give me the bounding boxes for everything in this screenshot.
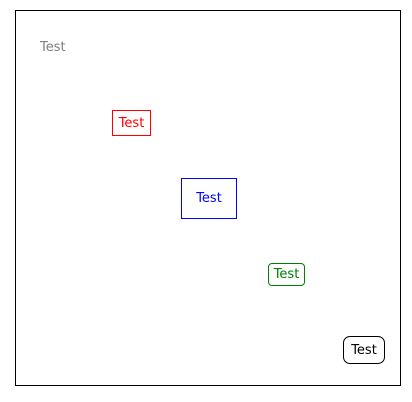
blue-boxed-label: Test (181, 178, 237, 219)
green-rounded-label: Test (268, 263, 305, 286)
plain-text-label: Test (40, 40, 66, 55)
black-rounded-label: Test (343, 336, 385, 364)
red-boxed-label: Test (112, 110, 151, 136)
plot-frame: Test Test Test Test Test (15, 10, 401, 386)
